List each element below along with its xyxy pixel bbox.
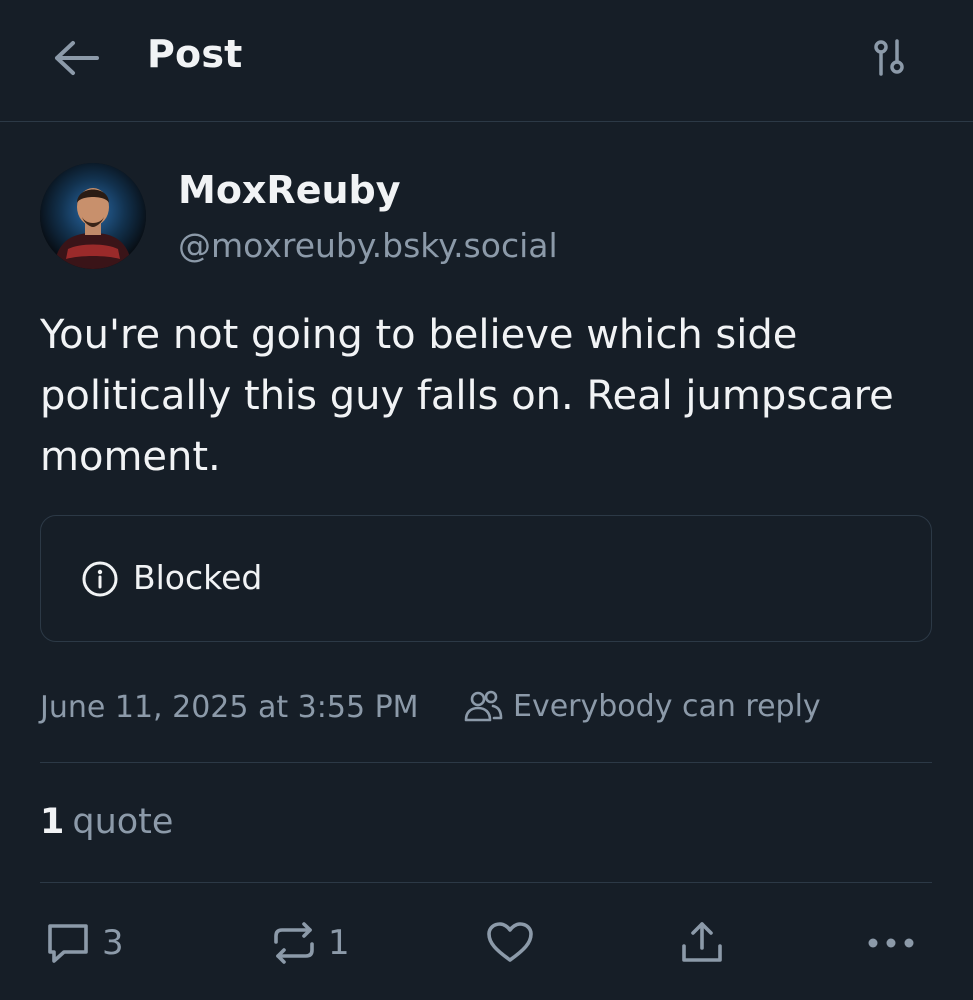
divider (40, 882, 932, 883)
heart-icon (487, 922, 533, 962)
post-thread-screen: Post MoxReuby @moxreuby.bsky.social You'… (0, 0, 973, 1000)
thread-settings-button[interactable] (862, 32, 918, 84)
post-timestamp: June 11, 2025 at 3:55 PM (40, 690, 419, 725)
back-button[interactable] (48, 32, 104, 84)
more-options-button[interactable] (864, 916, 918, 970)
reply-settings[interactable]: Everybody can reply (463, 688, 821, 724)
author-handle[interactable]: @moxreuby.bsky.social (178, 226, 558, 265)
quote-count: 1 (40, 802, 65, 842)
reply-setting-label: Everybody can reply (513, 688, 821, 724)
repost-icon (274, 922, 314, 964)
page-title: Post (147, 32, 243, 76)
quotes-link[interactable]: 1 quote (40, 802, 173, 842)
reply-count: 3 (102, 923, 124, 963)
people-icon (464, 690, 503, 722)
share-icon (682, 922, 722, 962)
avatar-image (40, 163, 146, 269)
top-bar: Post (0, 0, 973, 122)
avatar[interactable] (40, 163, 146, 269)
divider (40, 762, 932, 763)
post-text: You're not going to believe which side p… (40, 312, 894, 480)
author-display-name[interactable]: MoxReuby (178, 168, 401, 212)
quote-label: quote (72, 802, 174, 842)
more-horizontal-icon (868, 938, 914, 948)
info-icon (82, 561, 118, 597)
comment-icon (48, 924, 88, 963)
repost-count: 1 (328, 923, 350, 963)
reply-button[interactable]: 3 (42, 916, 124, 970)
arrow-left-icon (55, 41, 99, 75)
share-button[interactable] (676, 916, 728, 970)
sliders-icon (874, 39, 904, 76)
blocked-label: Blocked (133, 558, 263, 597)
like-button[interactable] (484, 916, 536, 970)
blocked-quote-embed[interactable]: Blocked (40, 515, 932, 642)
repost-button[interactable]: 1 (268, 916, 350, 970)
